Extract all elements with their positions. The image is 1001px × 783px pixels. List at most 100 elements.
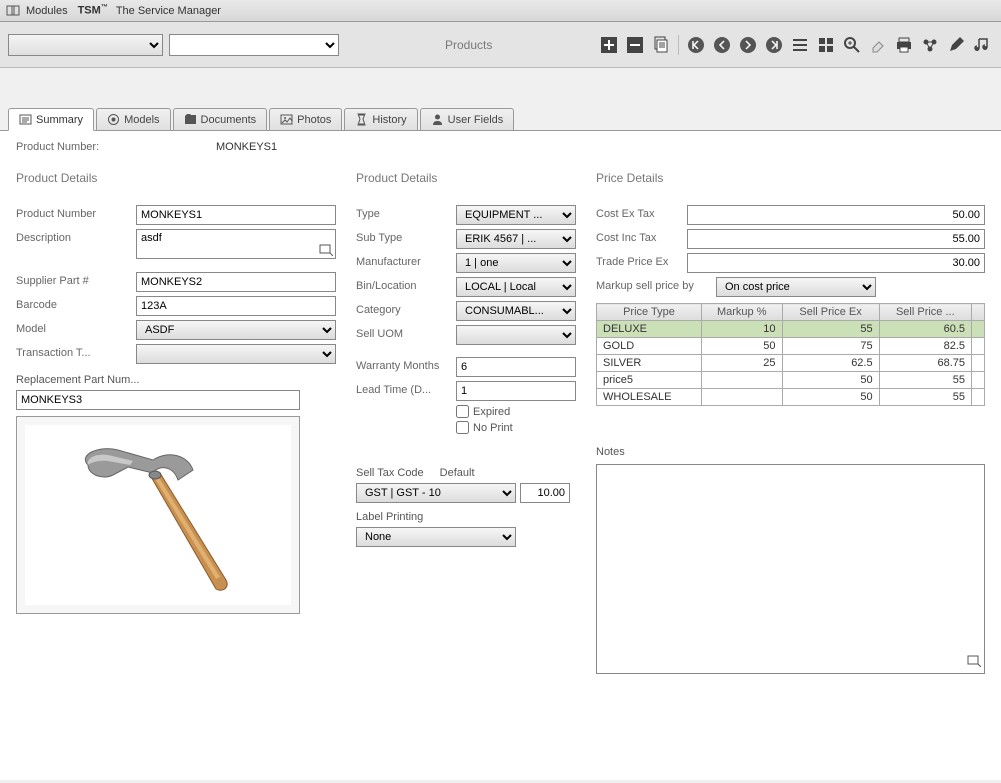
tab-user-fields[interactable]: User Fields xyxy=(420,108,515,130)
table-row[interactable]: GOLD507582.5 xyxy=(597,338,985,355)
no-print-checkbox[interactable] xyxy=(456,421,469,434)
tab-documents[interactable]: Documents xyxy=(173,108,268,130)
sell-tax-label: Sell Tax Code xyxy=(356,467,424,479)
type-label: Type xyxy=(356,205,456,220)
product-image-box xyxy=(16,416,300,614)
table-row[interactable]: WHOLESALE5055 xyxy=(597,389,985,406)
barcode-label: Barcode xyxy=(16,296,136,311)
sell-uom-select[interactable] xyxy=(456,325,576,345)
sell-inc-header[interactable]: Sell Price ... xyxy=(879,304,971,321)
cost-ex-input[interactable] xyxy=(687,205,985,225)
edit-icon[interactable] xyxy=(945,34,967,56)
markup-by-label: Markup sell price by xyxy=(596,277,716,292)
product-image[interactable] xyxy=(25,425,291,605)
add-icon[interactable] xyxy=(598,34,620,56)
barcode-input[interactable] xyxy=(136,296,336,316)
markup-by-select[interactable]: On cost price xyxy=(716,277,876,297)
replacement-label: Replacement Part Num... xyxy=(16,374,336,386)
tab-label: Photos xyxy=(297,114,331,126)
replacement-input[interactable] xyxy=(16,390,300,410)
description-input[interactable]: asdf xyxy=(136,229,336,259)
model-select[interactable]: ASDF xyxy=(136,320,336,340)
tab-photos[interactable]: Photos xyxy=(269,108,342,130)
tab-label: Models xyxy=(124,114,159,126)
markup-header[interactable]: Markup % xyxy=(701,304,782,321)
lead-time-input[interactable] xyxy=(456,381,576,401)
label-printing-select[interactable]: None xyxy=(356,527,516,547)
content-pane: Product Number: MONKEYS1 Product Details… xyxy=(0,130,1001,780)
table-row[interactable]: price55055 xyxy=(597,372,985,389)
sub-type-label: Sub Type xyxy=(356,229,456,244)
no-print-label: No Print xyxy=(473,422,513,434)
zoom-icon[interactable] xyxy=(841,34,863,56)
music-icon[interactable] xyxy=(971,34,993,56)
product-number-header-value: MONKEYS1 xyxy=(216,141,277,153)
supplier-part-label: Supplier Part # xyxy=(16,272,136,287)
tax-default-input[interactable] xyxy=(520,483,570,503)
tab-label: User Fields xyxy=(448,114,504,126)
type-select[interactable]: EQUIPMENT ... xyxy=(456,205,576,225)
print-icon[interactable] xyxy=(893,34,915,56)
section-product-details-1: Product Details xyxy=(16,171,336,185)
remove-icon[interactable] xyxy=(624,34,646,56)
erase-icon[interactable] xyxy=(867,34,889,56)
book-icon xyxy=(6,5,20,17)
tsm-label: TSM™ xyxy=(78,4,108,17)
filter-dropdown-2[interactable] xyxy=(169,34,339,56)
menubar: Modules TSM™ The Service Manager xyxy=(0,0,1001,22)
filter-dropdown-1[interactable] xyxy=(8,34,163,56)
price-type-header[interactable]: Price Type xyxy=(597,304,702,321)
link-icon[interactable] xyxy=(919,34,941,56)
prev-icon[interactable] xyxy=(711,34,733,56)
tab-label: History xyxy=(372,114,406,126)
page-title: Products xyxy=(445,38,492,52)
toolbar-separator xyxy=(678,35,679,55)
modules-menu[interactable]: Modules xyxy=(26,5,68,17)
list-icon[interactable] xyxy=(789,34,811,56)
trade-label: Trade Price Ex xyxy=(596,253,687,268)
extra-header xyxy=(972,304,985,321)
first-icon[interactable] xyxy=(685,34,707,56)
trade-input[interactable] xyxy=(687,253,985,273)
expand-icon[interactable] xyxy=(319,244,333,259)
expired-checkbox[interactable] xyxy=(456,405,469,418)
product-number-input[interactable] xyxy=(136,205,336,225)
last-icon[interactable] xyxy=(763,34,785,56)
next-icon[interactable] xyxy=(737,34,759,56)
sub-type-select[interactable]: ERIK 4567 | ... xyxy=(456,229,576,249)
expand-icon[interactable] xyxy=(967,655,981,670)
notes-label: Notes xyxy=(596,446,985,458)
bin-label: Bin/Location xyxy=(356,277,456,292)
tab-models[interactable]: Models xyxy=(96,108,170,130)
tax-default-label: Default xyxy=(440,467,475,479)
transaction-type-select[interactable] xyxy=(136,344,336,364)
section-price-details: Price Details xyxy=(596,171,985,185)
category-select[interactable]: CONSUMABL... xyxy=(456,301,576,321)
table-row[interactable]: DELUXE105560.5 xyxy=(597,321,985,338)
label-printing-label: Label Printing xyxy=(356,511,576,523)
model-label: Model xyxy=(16,320,136,335)
manufacturer-select[interactable]: 1 | one xyxy=(456,253,576,273)
sell-uom-label: Sell UOM xyxy=(356,325,456,340)
warranty-label: Warranty Months xyxy=(356,357,456,372)
supplier-part-input[interactable] xyxy=(136,272,336,292)
price-table[interactable]: Price Type Markup % Sell Price Ex Sell P… xyxy=(596,303,985,406)
app-title: The Service Manager xyxy=(116,5,221,17)
cost-inc-label: Cost Inc Tax xyxy=(596,229,687,244)
grid-icon[interactable] xyxy=(815,34,837,56)
tabbar: Summary Models Documents Photos History … xyxy=(0,104,1001,130)
copy-icon[interactable] xyxy=(650,34,672,56)
warranty-input[interactable] xyxy=(456,357,576,377)
category-label: Category xyxy=(356,301,456,316)
notes-textarea[interactable] xyxy=(596,464,985,674)
table-row[interactable]: SILVER2562.568.75 xyxy=(597,355,985,372)
product-number-header-label: Product Number: xyxy=(16,141,216,153)
sell-ex-header[interactable]: Sell Price Ex xyxy=(782,304,879,321)
lead-time-label: Lead Time (D... xyxy=(356,381,456,396)
description-label: Description xyxy=(16,229,136,244)
sell-tax-select[interactable]: GST | GST - 10 xyxy=(356,483,516,503)
bin-select[interactable]: LOCAL | Local xyxy=(456,277,576,297)
tab-summary[interactable]: Summary xyxy=(8,108,94,131)
cost-inc-input[interactable] xyxy=(687,229,985,249)
tab-history[interactable]: History xyxy=(344,108,417,130)
